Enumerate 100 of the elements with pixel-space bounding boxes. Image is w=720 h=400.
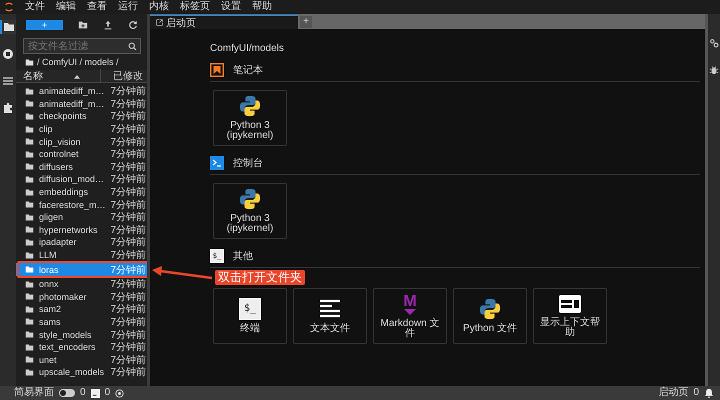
upload-icon[interactable]	[103, 20, 113, 30]
file-row[interactable]: photomaker 7分钟前	[16, 290, 147, 304]
modified-time: 7分钟前	[110, 340, 146, 354]
python-icon	[239, 95, 261, 117]
launcher-card[interactable]: $_ 终端	[213, 288, 287, 344]
modified-time: 7分钟前	[110, 148, 146, 162]
file-name: checkpoints	[39, 111, 88, 122]
filter-field[interactable]: 按文件名过滤	[23, 38, 141, 54]
file-name: onnx	[39, 279, 60, 290]
modified-time: 7分钟前	[110, 136, 146, 148]
card-label: Python 文件	[462, 324, 518, 334]
folder-icon	[25, 58, 34, 66]
file-row[interactable]: text_encoders 7分钟前	[16, 340, 147, 354]
file-row[interactable]: hypernetworks 7分钟前	[16, 224, 147, 236]
launcher-card[interactable]: Python 3 (ipykernel)	[213, 90, 287, 146]
bug-icon[interactable]	[709, 65, 719, 75]
tab[interactable]: 启动页	[150, 15, 298, 29]
file-row[interactable]: sams 7分钟前	[16, 316, 147, 328]
file-row[interactable]: facerestore_m… 7分钟前	[16, 198, 147, 211]
file-name: facerestore_m…	[39, 200, 106, 210]
terminal-icon	[90, 388, 100, 398]
menu-item[interactable]: 运行	[118, 1, 138, 13]
file-name: hypernetworks	[39, 224, 99, 235]
file-row[interactable]: unet 7分钟前	[16, 353, 147, 366]
modified-time: 7分钟前	[110, 316, 146, 329]
launcher-card[interactable]: M Markdown 文件	[373, 288, 447, 344]
file-row[interactable]: style_models 7分钟前	[16, 328, 147, 341]
launcher-card[interactable]: Python 文件	[453, 288, 527, 344]
card-label: Python 3 (ipykernel)	[226, 121, 274, 141]
launcher-path: ComfyUI/models	[210, 43, 285, 55]
file-row[interactable]: checkpoints 7分钟前	[16, 110, 147, 123]
modified-time: 7分钟前	[110, 264, 146, 277]
file-row[interactable]: animatediff_m… 7分钟前	[16, 85, 147, 98]
file-row[interactable]: loras 7分钟前	[16, 263, 147, 276]
modified-time: 7分钟前	[110, 160, 146, 174]
launcher-card[interactable]: 文本文件	[293, 288, 367, 344]
simple-mode-toggle[interactable]	[59, 389, 75, 397]
file-row[interactable]: gligen 7分钟前	[16, 210, 147, 224]
file-row[interactable]: ipadapter 7分钟前	[16, 236, 147, 249]
bell-icon[interactable]	[704, 388, 714, 398]
kernel-count: 0	[104, 387, 110, 399]
modified-time: 7分钟前	[110, 186, 146, 200]
modified-time: 7分钟前	[110, 172, 146, 186]
file-row[interactable]: embeddings 7分钟前	[16, 186, 147, 198]
file-row[interactable]: upscale_models 7分钟前	[16, 366, 147, 379]
modified-time: 7分钟前	[110, 198, 146, 212]
file-row[interactable]: controlnet 7分钟前	[16, 148, 147, 161]
breadcrumb[interactable]: / ComfyUI / models /	[37, 57, 119, 67]
stop-circle-icon[interactable]	[0, 47, 16, 61]
name-column-header[interactable]: 名称	[23, 69, 74, 83]
gears-icon[interactable]	[709, 38, 719, 48]
section-title: 笔记本	[233, 64, 263, 77]
file-row[interactable]: LLM 7分钟前	[16, 248, 147, 262]
help-panel-icon	[558, 294, 582, 314]
modified-time: 7分钟前	[110, 236, 146, 250]
status-tab-label: 启动页	[658, 387, 688, 399]
modified-time: 7分钟前	[110, 248, 146, 262]
file-name: loras	[39, 264, 60, 275]
file-row[interactable]: diffusion_mod… 7分钟前	[16, 173, 147, 186]
file-name: LLM	[39, 250, 58, 260]
menu-item[interactable]: 帮助	[252, 1, 272, 13]
file-row[interactable]: sam2 7分钟前	[16, 303, 147, 316]
new-tab-button[interactable]: +	[300, 16, 312, 28]
new-launcher-button[interactable]: +	[26, 20, 63, 30]
modified-time: 7分钟前	[110, 328, 146, 342]
modified-time: 7分钟前	[110, 278, 146, 292]
modified-column-header[interactable]: 已修改	[100, 69, 143, 83]
menu-item[interactable]: 标签页	[180, 1, 210, 13]
launch-icon	[156, 19, 163, 26]
file-name: embeddings	[39, 187, 90, 198]
terminal-icon: $_	[239, 298, 261, 320]
search-icon	[128, 42, 137, 51]
modified-time: 7分钟前	[110, 122, 146, 136]
file-row[interactable]: diffusers 7分钟前	[16, 160, 147, 174]
menu-item[interactable]: 查看	[87, 1, 107, 13]
console-icon	[210, 156, 224, 170]
file-name: clip_vision	[39, 136, 82, 147]
file-name: gligen	[39, 212, 64, 222]
refresh-icon[interactable]	[128, 20, 138, 30]
file-name: text_encoders	[39, 342, 97, 352]
menu-item[interactable]: 内核	[149, 1, 169, 13]
file-name: sams	[39, 316, 62, 327]
notification-count: 0	[693, 387, 699, 399]
modified-time: 7分钟前	[110, 110, 146, 124]
launcher-card[interactable]: Python 3 (ipykernel)	[213, 183, 287, 239]
card-label: 终端	[239, 324, 261, 334]
launcher-card[interactable]: 显示上下文帮助	[533, 288, 607, 344]
new-folder-icon[interactable]	[78, 20, 88, 30]
bookmark-icon	[210, 63, 224, 77]
file-row[interactable]: animatediff_m… 7分钟前	[16, 98, 147, 110]
folder-icon[interactable]	[0, 20, 16, 34]
menu-item[interactable]: 编辑	[56, 1, 76, 13]
modified-time: 7分钟前	[110, 98, 146, 110]
menu-item[interactable]: 设置	[221, 1, 241, 13]
file-row[interactable]: clip_vision 7分钟前	[16, 135, 147, 148]
annotation-arrow	[151, 266, 213, 280]
menu-item[interactable]: 文件	[25, 1, 45, 13]
file-row[interactable]: onnx 7分钟前	[16, 278, 147, 290]
modified-time: 7分钟前	[110, 210, 146, 224]
file-row[interactable]: clip 7分钟前	[16, 122, 147, 136]
